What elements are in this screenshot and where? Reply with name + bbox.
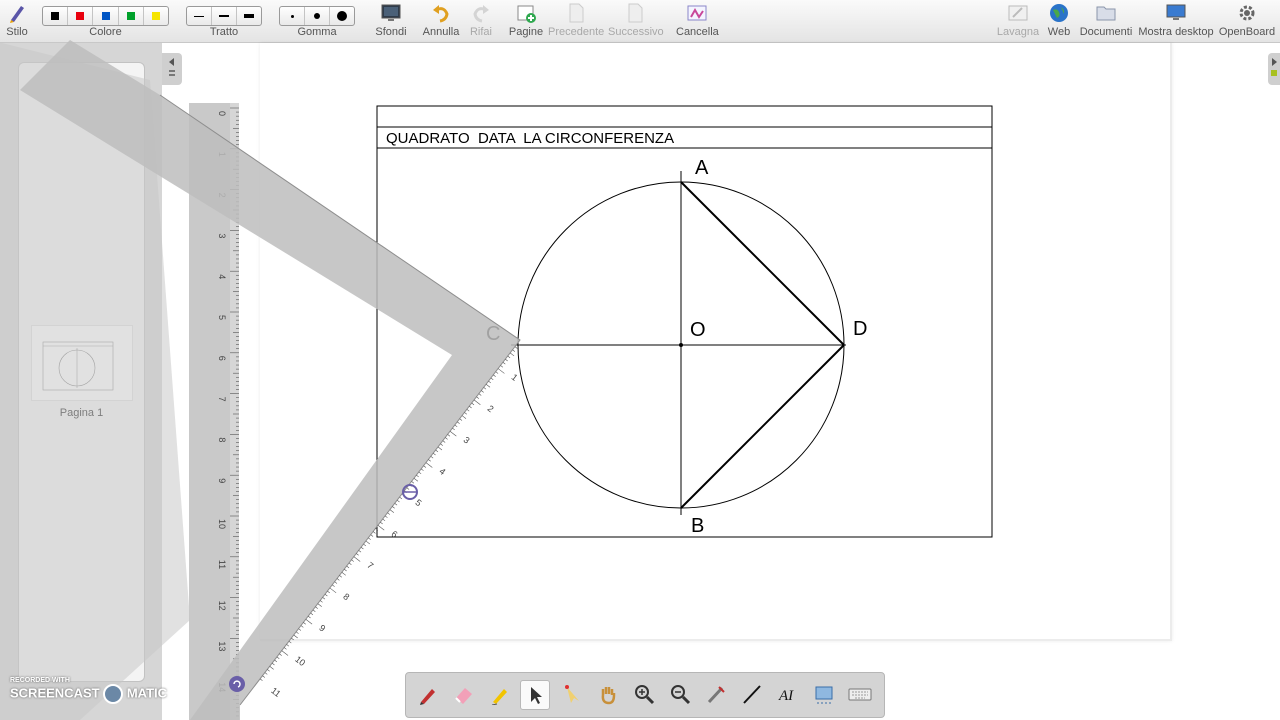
redo-label: Rifai bbox=[469, 26, 492, 38]
eraser-tool-button[interactable] bbox=[450, 680, 478, 708]
label-c: C bbox=[486, 323, 500, 345]
collapse-pages-panel-button[interactable] bbox=[162, 53, 182, 85]
label-a: A bbox=[695, 157, 709, 179]
color-yellow-button[interactable] bbox=[144, 7, 168, 25]
capture-icon bbox=[815, 686, 833, 704]
backgrounds-icon bbox=[381, 4, 401, 21]
eraser-icon bbox=[455, 688, 472, 704]
color-black-button[interactable] bbox=[43, 7, 69, 25]
stylus-label: Stilo bbox=[6, 26, 28, 38]
interactive-icon bbox=[707, 686, 725, 704]
color-label: Colore bbox=[89, 26, 122, 38]
web-label: Web bbox=[1047, 26, 1071, 38]
title-block-frame bbox=[376, 105, 993, 538]
pen-tool-button[interactable] bbox=[414, 680, 442, 708]
eraser-large-button[interactable] bbox=[330, 7, 354, 25]
highlighter-icon bbox=[491, 689, 507, 705]
zoom-out-tool-button[interactable] bbox=[666, 680, 694, 708]
center-point bbox=[679, 343, 683, 347]
screencast-watermark: RECORDED WITH SCREENCAST MATIC bbox=[10, 677, 167, 704]
collapse-library-panel-button[interactable] bbox=[1268, 53, 1280, 85]
hand-tool-button[interactable] bbox=[594, 680, 622, 708]
capture-tool-button[interactable] bbox=[810, 680, 838, 708]
watermark-brand: SCREENCAST bbox=[10, 685, 100, 701]
svg-text:AI: AI bbox=[778, 688, 794, 704]
board-icon bbox=[1008, 5, 1028, 21]
keyboard-icon bbox=[848, 688, 872, 701]
board-label: Lavagna bbox=[996, 26, 1040, 38]
stroke-thick-button[interactable] bbox=[237, 7, 261, 25]
interactive-tool-button[interactable] bbox=[702, 680, 730, 708]
color-green-button[interactable] bbox=[119, 7, 144, 25]
color-blue-button[interactable] bbox=[93, 7, 119, 25]
openboard-label: OpenBoard bbox=[1218, 26, 1276, 38]
undo-icon bbox=[433, 5, 449, 23]
stylus-palette: AI bbox=[405, 672, 885, 718]
zoom-in-icon bbox=[635, 685, 655, 705]
stroke-thin-button[interactable] bbox=[187, 7, 212, 25]
text-tool-button[interactable]: AI bbox=[774, 680, 802, 708]
hand-icon bbox=[601, 687, 616, 705]
show-desktop-label: Mostra desktop bbox=[1138, 26, 1214, 38]
zoom-in-tool-button[interactable] bbox=[630, 680, 658, 708]
desktop-icon bbox=[1166, 4, 1186, 20]
watermark-top: RECORDED WITH bbox=[10, 677, 70, 684]
label-o: O bbox=[690, 319, 706, 341]
color-red-button[interactable] bbox=[68, 7, 94, 25]
page-thumbnail[interactable] bbox=[31, 325, 133, 401]
undo-label: Annulla bbox=[422, 26, 460, 38]
stroke-label: Tratto bbox=[209, 26, 239, 38]
laser-pointer-tool-button[interactable] bbox=[558, 680, 586, 708]
chevron-left-icon bbox=[169, 58, 175, 76]
stroke-medium-button[interactable] bbox=[212, 7, 237, 25]
page-thumbnails-card: Pagina 1 bbox=[18, 62, 145, 682]
previous-page-icon bbox=[569, 3, 584, 23]
pages-label: Pagine bbox=[508, 26, 544, 38]
watermark-logo-icon bbox=[103, 684, 124, 704]
folder-icon bbox=[1096, 6, 1116, 21]
clear-page-icon bbox=[687, 5, 707, 21]
text-icon: AI bbox=[778, 688, 794, 704]
documents-label: Documenti bbox=[1079, 26, 1133, 38]
chevron-right-icon bbox=[1271, 58, 1277, 76]
line-icon bbox=[743, 685, 761, 704]
pointer-tool-button[interactable] bbox=[520, 680, 550, 710]
clear-label: Cancella bbox=[676, 26, 719, 38]
next-label: Successivo bbox=[608, 26, 664, 38]
drawing-title: QUADRATO DATA LA CIRCONFERENZA bbox=[386, 130, 674, 147]
previous-label: Precedente bbox=[548, 26, 605, 38]
backgrounds-label: Sfondi bbox=[375, 26, 407, 38]
eraser-medium-button[interactable] bbox=[305, 7, 330, 25]
pen-icon bbox=[420, 689, 435, 705]
label-d: D bbox=[853, 318, 867, 340]
color-swatches bbox=[42, 6, 169, 26]
side-bd bbox=[680, 344, 845, 509]
zoom-out-icon bbox=[671, 685, 691, 705]
laser-pointer-icon bbox=[565, 685, 579, 703]
stylus-icon bbox=[10, 6, 24, 23]
virtual-keyboard-button[interactable] bbox=[846, 680, 874, 708]
board-canvas[interactable]: QUADRATO DATA LA CIRCONFERENZA A B C D O bbox=[162, 43, 1280, 720]
label-b: B bbox=[691, 515, 704, 537]
page-thumbnail-label: Pagina 1 bbox=[59, 407, 104, 419]
redo-icon bbox=[473, 5, 489, 23]
eraser-small-button[interactable] bbox=[280, 7, 305, 25]
gear-icon bbox=[1239, 5, 1255, 21]
page-thumbnail-preview bbox=[42, 341, 114, 391]
globe-icon bbox=[1050, 4, 1068, 22]
add-page-icon bbox=[517, 5, 536, 23]
top-toolbar: Stilo Colore Tratto Gomma Sfondi Annulla… bbox=[0, 0, 1280, 43]
watermark-brand-2: MATIC bbox=[126, 685, 168, 701]
line-tool-button[interactable] bbox=[738, 680, 766, 708]
stroke-options bbox=[186, 6, 262, 26]
pointer-icon bbox=[531, 687, 542, 704]
highlighter-tool-button[interactable] bbox=[486, 680, 514, 708]
next-page-icon bbox=[628, 3, 643, 23]
drawing-svg: QUADRATO DATA LA CIRCONFERENZA A B C D O bbox=[376, 105, 993, 538]
eraser-options bbox=[279, 6, 355, 26]
eraser-label: Gomma bbox=[297, 26, 337, 38]
